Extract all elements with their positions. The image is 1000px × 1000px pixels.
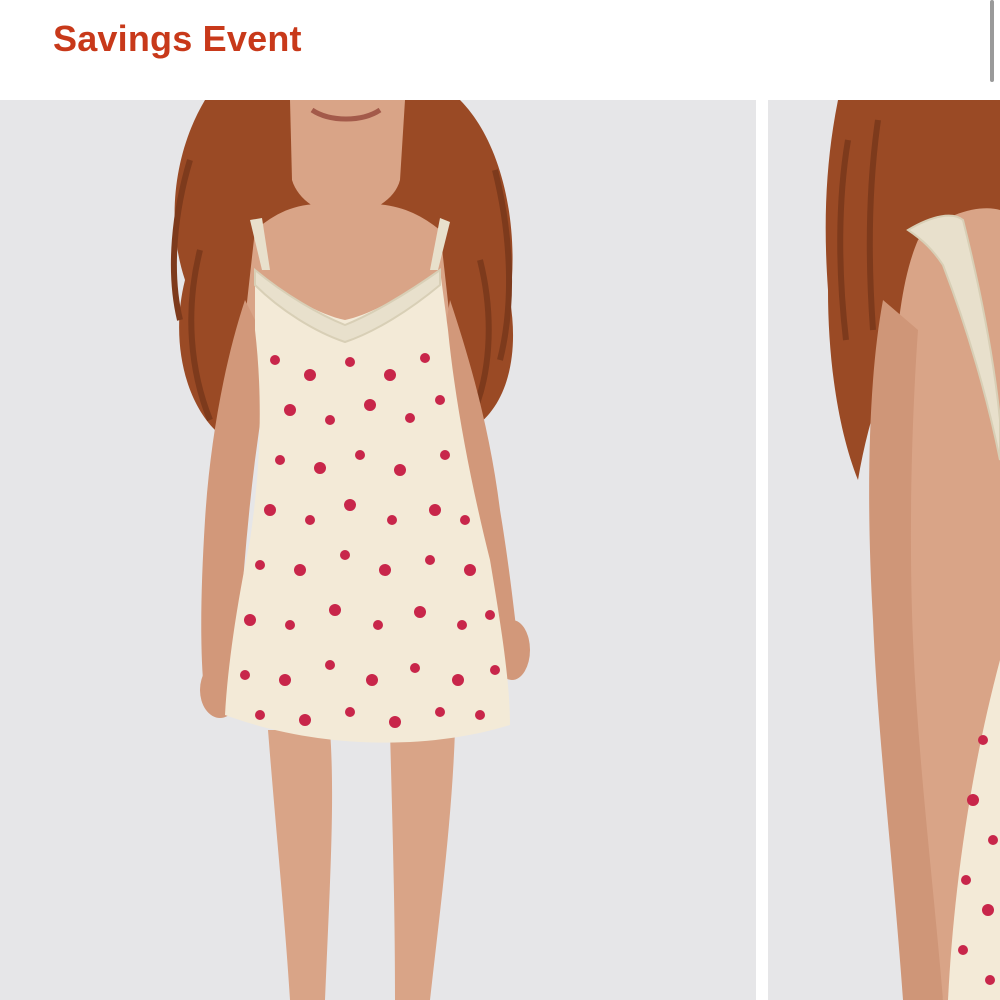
product-image-back[interactable] [768,100,1000,1000]
product-image-carousel[interactable] [0,100,1000,1000]
page-header: Savings Event [0,0,1000,100]
model-back-illustration [768,100,1000,1000]
model-front-illustration [0,100,756,1000]
page-title: Savings Event [53,18,302,59]
product-image-front[interactable] [0,100,756,1000]
scrollbar[interactable] [990,0,994,82]
